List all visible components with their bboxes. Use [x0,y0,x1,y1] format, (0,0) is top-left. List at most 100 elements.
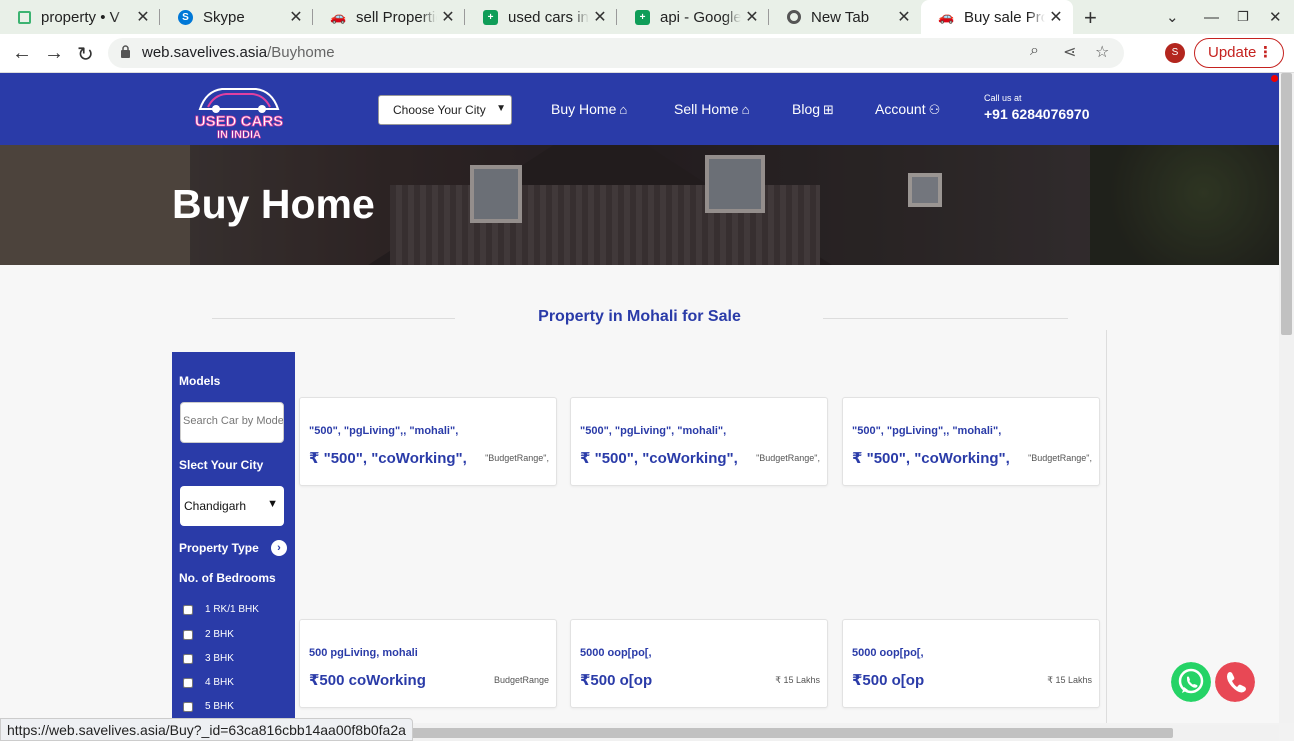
checkbox-label: 4 BHK [205,677,234,688]
forward-icon[interactable]: → [44,42,64,65]
checkbox-label: 5 BHK [205,701,234,712]
nav-blog[interactable]: Blog ⊞ [792,101,834,118]
tab-title: Skype [203,8,245,26]
tab-new-tab[interactable]: New Tab ✕ [769,0,921,34]
home-icon: ⌂ [741,102,750,117]
tab-sell-properties[interactable]: 🚗 sell Properties ✕ [313,0,465,34]
checkbox[interactable] [183,629,193,640]
chevron-down-icon: ▼ [496,103,506,114]
card-price: ₹ "500", "coWorking", [309,450,467,467]
tab-skype[interactable]: S Skype ✕ [160,0,313,34]
property-card[interactable]: "500", "pgLiving",, "mohali", ₹ "500", "… [299,397,557,486]
nav-account[interactable]: Account ⚇ [875,101,940,118]
close-icon[interactable]: ✕ [741,7,763,27]
call-info: Call us at +91 6284076970 [984,93,1090,122]
checkbox[interactable] [183,604,193,615]
update-button[interactable]: Update ⋮ [1194,38,1284,68]
models-label: Models [179,374,221,388]
bedroom-checkbox[interactable]: 5 BHK [183,701,234,712]
card-price: ₹ "500", "coWorking", [852,450,1010,467]
sheets-icon: + [483,9,498,25]
property-icon [18,10,31,24]
property-type-label: Property Type [179,541,259,555]
call-number[interactable]: +91 6284076970 [984,106,1090,122]
bedroom-checkbox[interactable]: 3 BHK [183,653,234,664]
close-icon[interactable]: ✕ [1045,7,1067,27]
zoom-icon[interactable]: ⌕ [1030,42,1039,60]
menu-icon[interactable]: ⋮ [1258,39,1273,67]
nav-account-label: Account [875,101,926,117]
book-icon: ⊞ [823,102,834,117]
phone-icon[interactable] [1215,662,1255,702]
chevron-down-icon: ▼ [267,498,278,510]
tab-buy-sale-property[interactable]: 🚗 Buy sale Prop ✕ [921,0,1073,34]
bookmark-star-icon[interactable]: ☆ [1095,42,1109,62]
card-budget: "BudgetRange", [756,453,820,463]
property-card[interactable]: 5000 oop[po[, ₹500 o[op ₹ 15 Lakhs [842,619,1100,708]
card-title: "500", "pgLiving",, "mohali", [309,425,459,437]
tab-title: sell Properties [356,8,437,26]
card-budget: "BudgetRange", [485,453,549,463]
card-title: "500", "pgLiving",, "mohali", [852,425,1002,437]
site-logo[interactable]: USED CARS IN INDIA [186,81,292,141]
profile-avatar[interactable]: S [1165,43,1185,63]
close-icon[interactable]: ✕ [437,7,459,27]
bedroom-checkbox[interactable]: 1 RK/1 BHK [183,604,259,615]
whatsapp-icon[interactable] [1171,662,1211,702]
back-icon[interactable]: ← [12,42,32,65]
tab-title: New Tab [811,8,870,26]
tab-used-cars[interactable]: + used cars in I ✕ [465,0,617,34]
scrollbar-thumb[interactable] [1281,73,1292,335]
home-icon: ⌂ [619,102,628,117]
vertical-scrollbar[interactable] [1279,73,1294,723]
nav-sell-home[interactable]: Sell Home ⌂ [674,101,749,117]
card-price: ₹ "500", "coWorking", [580,450,738,467]
tab-search-icon[interactable]: ⌄ [1166,0,1179,34]
close-icon[interactable]: ✕ [285,7,307,27]
car-icon: 🚗 [330,9,347,24]
search-input[interactable]: Search Car by Model [180,402,284,443]
card-price: ₹500 coWorking [309,672,426,689]
card-budget: BudgetRange [493,675,549,685]
property-card[interactable]: 5000 oop[po[, ₹500 o[op ₹ 15 Lakhs [570,619,828,708]
reload-icon[interactable]: ↻ [77,42,94,67]
new-tab-button[interactable]: + [1084,5,1097,31]
tab-title: property • V [41,8,120,26]
bedroom-checkbox[interactable]: 4 BHK [183,677,234,688]
skype-icon: S [178,9,193,25]
property-card[interactable]: 500 pgLiving, mohali ₹500 coWorking Budg… [299,619,557,708]
property-card[interactable]: "500", "pgLiving", "mohali", ₹ "500", "c… [570,397,828,486]
window-close-icon[interactable]: ✕ [1269,0,1282,34]
close-icon[interactable]: ✕ [132,7,154,27]
tab-strip: property • V ✕ S Skype ✕ 🚗 sell Properti… [0,0,1294,34]
checkbox[interactable] [183,701,193,712]
minimize-icon[interactable]: — [1204,0,1219,34]
property-card[interactable]: "500", "pgLiving",, "mohali", ₹ "500", "… [842,397,1100,486]
tab-api-google-sheets[interactable]: + api - Google S ✕ [617,0,769,34]
tab-property[interactable]: property • V ✕ [0,0,160,34]
status-bar-url: https://web.savelives.asia/Buy?_id=63ca8… [0,718,413,741]
card-title: 500 pgLiving, mohali [309,647,418,659]
city-dropdown[interactable]: Chandigarh ▼ [180,486,284,526]
call-label: Call us at [984,93,1022,103]
share-icon[interactable]: ⋖ [1063,42,1076,62]
checkbox[interactable] [183,653,193,664]
card-title: 5000 oop[po[, [852,647,924,659]
divider [1106,330,1107,723]
close-icon[interactable]: ✕ [589,7,611,27]
bedroom-checkbox[interactable]: 2 BHK [183,629,234,640]
checkbox[interactable] [183,677,193,688]
card-budget: ₹ 15 Lakhs [775,675,820,685]
close-icon[interactable]: ✕ [893,7,915,27]
toolbar: ← → ↻ web.savelives.asia/Buyhome ⌕ ⋖ ☆ S… [0,34,1294,93]
nav-buy-home-label: Buy Home [551,101,617,117]
restore-icon[interactable]: ❐ [1237,0,1249,34]
checkbox-label: 2 BHK [205,629,234,640]
chevron-right-icon[interactable]: › [271,540,287,556]
city-select[interactable]: Choose Your City ▼ [378,95,512,125]
update-label: Update [1208,44,1257,61]
address-bar[interactable]: web.savelives.asia/Buyhome ⌕ ⋖ ☆ [108,38,1124,68]
user-icon: ⚇ [928,102,941,117]
nav-buy-home[interactable]: Buy Home ⌂ [551,101,627,117]
card-price: ₹500 o[op [580,672,653,689]
